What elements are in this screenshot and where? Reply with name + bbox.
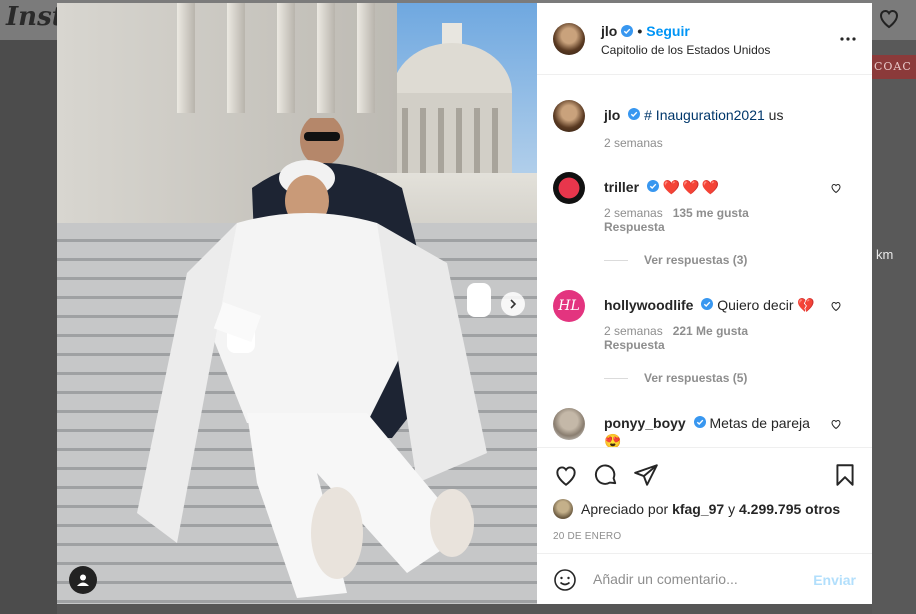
comment-username[interactable]: ponyy_boyy xyxy=(604,415,686,431)
liked-by-and: y xyxy=(728,501,736,517)
post-actions: Apreciado por kfag_97 y 4.299.795 otros … xyxy=(537,447,872,604)
post-date[interactable]: 20 DE ENERO xyxy=(553,531,621,542)
tagged-users-button[interactable] xyxy=(69,566,97,594)
separator-dot: • xyxy=(637,23,643,39)
emoji-icon[interactable] xyxy=(553,568,577,592)
avatar[interactable] xyxy=(553,172,585,204)
background-label: km xyxy=(876,247,894,262)
background-feed-right xyxy=(872,40,916,614)
bookmark-icon[interactable] xyxy=(832,462,858,488)
liked-by-count[interactable]: 4.299.795 otros xyxy=(739,501,840,517)
comment-text: Metas de pareja xyxy=(709,415,810,431)
share-icon[interactable] xyxy=(633,462,659,488)
caption-hashtag[interactable]: # Inauguration2021 xyxy=(644,107,765,123)
verified-icon xyxy=(628,108,641,120)
heart-icon xyxy=(879,9,899,29)
add-comment-bar: Enviar xyxy=(537,553,872,605)
user-icon xyxy=(77,574,89,586)
chevron-right-icon xyxy=(510,299,517,309)
comment-icon[interactable] xyxy=(593,462,619,488)
comment-username[interactable]: hollywoodlife xyxy=(604,297,693,313)
background-ad: COAC xyxy=(872,55,916,79)
follow-button[interactable]: Seguir xyxy=(646,23,690,39)
verified-icon xyxy=(693,416,706,428)
post-photo[interactable] xyxy=(57,3,537,604)
like-comment-heart-icon[interactable] xyxy=(830,418,842,430)
comment-time[interactable]: 2 semanas xyxy=(604,324,663,338)
view-replies-button[interactable]: Ver respuestas (5) xyxy=(604,371,747,385)
like-heart-icon[interactable] xyxy=(553,462,579,488)
comment-username[interactable]: triller xyxy=(604,179,639,195)
view-replies-label: Ver respuestas (3) xyxy=(644,253,748,267)
divider xyxy=(604,377,628,379)
more-horizontal-icon[interactable] xyxy=(840,33,856,45)
caption-username[interactable]: jlo xyxy=(604,107,620,123)
comment-likes[interactable]: 221 Me gusta xyxy=(673,324,748,338)
avatar[interactable] xyxy=(553,408,585,440)
background-feed-left xyxy=(0,40,57,614)
reply-button[interactable]: Respuesta xyxy=(604,338,665,352)
post-modal: jlo • Seguir Capitolio de los Estados Un… xyxy=(57,3,872,604)
avatar[interactable]: HL xyxy=(553,290,585,322)
photo-woman xyxy=(137,160,491,598)
like-comment-heart-icon[interactable] xyxy=(830,182,842,194)
view-replies-button[interactable]: Ver respuestas (3) xyxy=(604,253,747,267)
comments-list[interactable]: jlo # Inauguration2021 us 2 semanas tril… xyxy=(537,76,872,447)
comment-emoji: 😍 xyxy=(604,433,622,447)
comment-time[interactable]: 2 semanas xyxy=(604,206,663,220)
liked-by-user[interactable]: kfag_97 xyxy=(672,501,724,517)
verified-icon xyxy=(621,25,634,37)
verified-icon xyxy=(646,180,659,192)
avatar[interactable] xyxy=(553,100,585,132)
caption-text: us xyxy=(764,107,784,123)
view-replies-label: Ver respuestas (5) xyxy=(644,371,748,385)
post-sidebar: jlo • Seguir Capitolio de los Estados Un… xyxy=(537,3,872,604)
divider xyxy=(604,259,628,261)
post-header: jlo • Seguir Capitolio de los Estados Un… xyxy=(537,3,872,75)
location-link[interactable]: Capitolio de los Estados Unidos xyxy=(601,43,770,57)
header-username[interactable]: jlo xyxy=(601,23,617,39)
comment-text: Quiero decir xyxy=(717,297,794,313)
avatar[interactable] xyxy=(553,499,573,519)
like-comment-heart-icon[interactable] xyxy=(830,300,842,312)
broken-heart-emoji: 💔 xyxy=(797,297,817,313)
caption-time[interactable]: 2 semanas xyxy=(604,136,663,150)
comment-text: ❤️❤️❤️ xyxy=(662,179,722,195)
likes-summary: Apreciado por kfag_97 y 4.299.795 otros xyxy=(553,499,840,519)
avatar[interactable] xyxy=(553,23,585,55)
comment-likes[interactable]: 135 me gusta xyxy=(673,206,749,220)
verified-icon xyxy=(701,298,714,310)
next-image-button[interactable] xyxy=(501,292,525,316)
liked-by-prefix: Apreciado por xyxy=(581,501,669,517)
send-button[interactable]: Enviar xyxy=(813,572,856,588)
reply-button[interactable]: Respuesta xyxy=(604,220,665,234)
comment-input[interactable] xyxy=(593,571,793,587)
